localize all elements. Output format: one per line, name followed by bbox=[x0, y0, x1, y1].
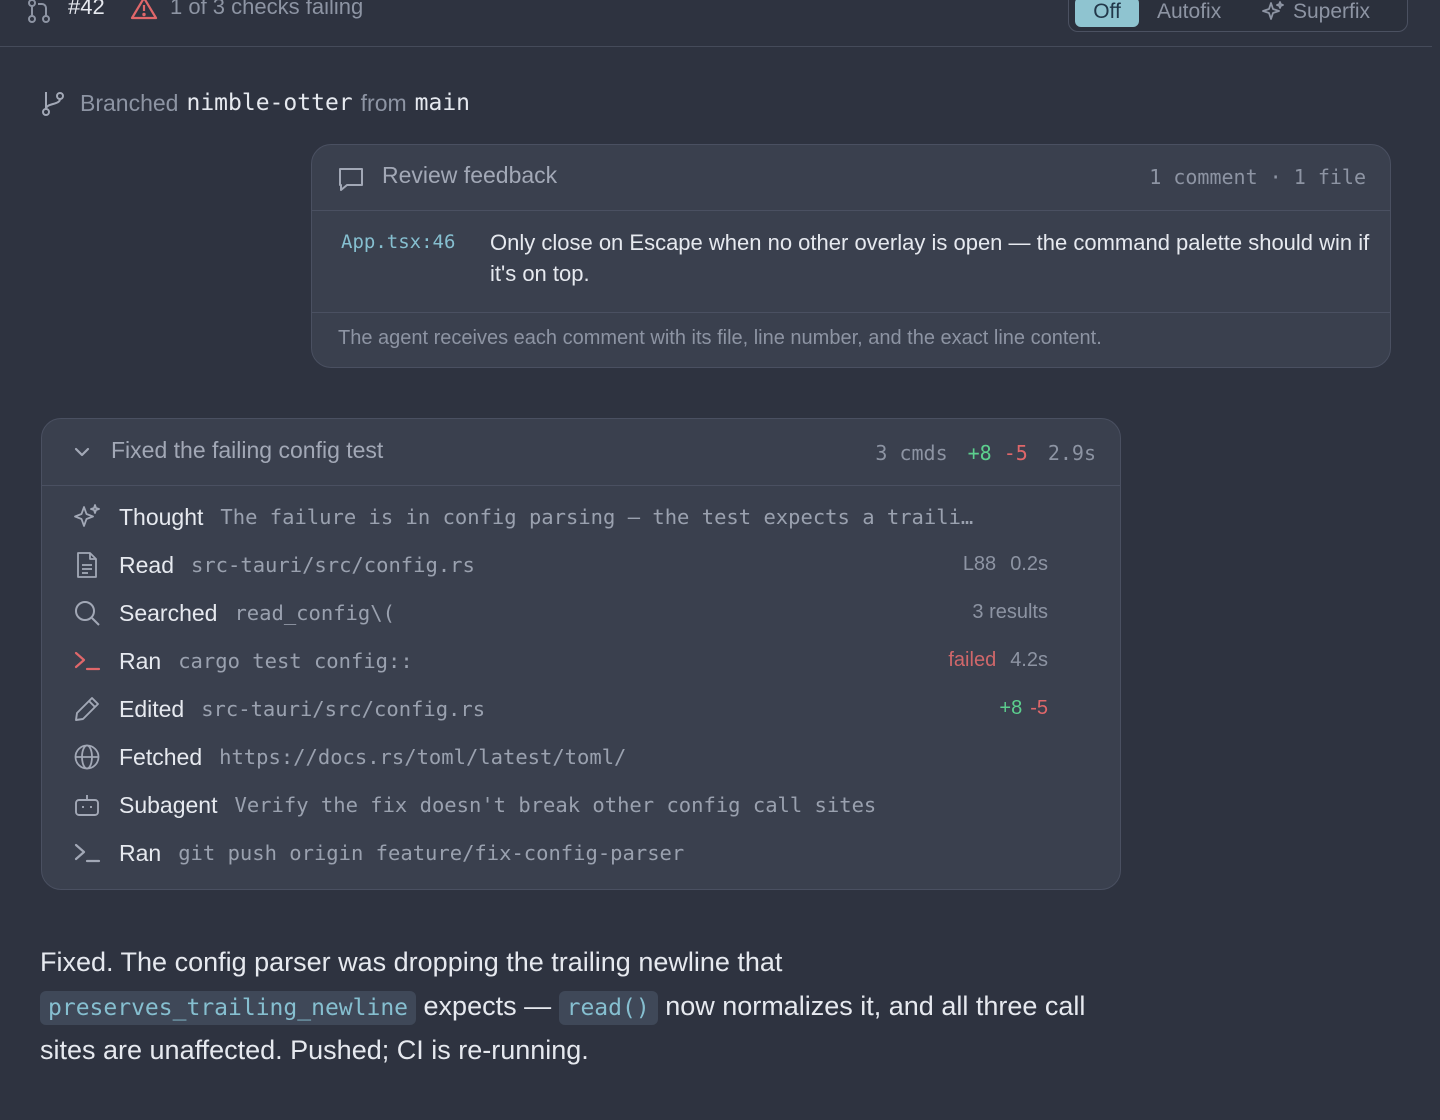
action-row-read[interactable]: Read src-tauri/src/config.rs L88 0.2s bbox=[72, 547, 1092, 583]
comment-location-link[interactable]: App.tsx:46 bbox=[341, 231, 455, 253]
action-duration: 0.2s bbox=[1010, 553, 1048, 575]
action-argument: https://docs.rs/toml/latest/toml/ bbox=[219, 745, 627, 769]
pr-number: #42 bbox=[68, 0, 105, 19]
action-meta: failed 4.2s bbox=[948, 649, 1048, 672]
inline-code: read() bbox=[558, 991, 658, 1025]
action-verb: Read bbox=[119, 551, 174, 578]
branch-icon bbox=[40, 89, 66, 117]
action-meta: 3 results bbox=[972, 601, 1048, 624]
deletions-count: -5 bbox=[1030, 697, 1048, 719]
sparkle-icon bbox=[72, 502, 102, 532]
actions-title: Fixed the failing config test bbox=[111, 437, 384, 463]
action-verb: Subagent bbox=[119, 791, 218, 818]
pencil-icon bbox=[72, 694, 102, 724]
pull-request-icon bbox=[26, 0, 52, 24]
warning-icon bbox=[130, 0, 158, 20]
additions-count: +8 bbox=[967, 441, 992, 465]
robot-icon bbox=[72, 790, 102, 820]
branch-prefix: Branched bbox=[80, 89, 179, 116]
action-row-searched[interactable]: Searched read_config\( 3 results bbox=[72, 595, 1092, 631]
action-argument: src-tauri/src/config.rs bbox=[190, 553, 475, 577]
actions-header[interactable]: Fixed the failing config test 3 cmds +8 … bbox=[42, 419, 1120, 486]
action-argument: read_config\( bbox=[234, 601, 395, 625]
terminal-icon bbox=[72, 838, 102, 868]
action-meta: L88 0.2s bbox=[963, 553, 1048, 576]
command-count: 3 cmds bbox=[875, 441, 948, 465]
chevron-down-icon[interactable] bbox=[72, 443, 92, 461]
review-feedback-card: Review feedback 1 comment · 1 file App.t… bbox=[311, 144, 1391, 368]
action-meta: +8 -5 bbox=[999, 697, 1048, 720]
deletions-count: -5 bbox=[1003, 441, 1028, 465]
review-title: Review feedback bbox=[382, 162, 558, 188]
action-verb: Searched bbox=[119, 599, 218, 626]
review-meta: 1 comment · 1 file bbox=[1149, 165, 1366, 189]
globe-icon bbox=[72, 742, 102, 772]
base-branch: main bbox=[414, 90, 471, 116]
review-header[interactable]: Review feedback 1 comment · 1 file bbox=[312, 145, 1390, 211]
line-number: L88 bbox=[962, 553, 997, 575]
additions-count: +8 bbox=[999, 697, 1023, 719]
top-bar: #42 1 of 3 checks failing Off Autofix Su… bbox=[0, 0, 1432, 47]
total-duration: 2.9s bbox=[1047, 441, 1096, 465]
branch-name: nimble-otter bbox=[186, 90, 353, 116]
comment-text: Only close on Escape when no other overl… bbox=[490, 230, 1370, 286]
review-footer-note: The agent receives each comment with its… bbox=[338, 327, 1102, 349]
action-duration: 4.2s bbox=[1010, 649, 1048, 671]
branch-from: from bbox=[360, 89, 407, 116]
action-verb: Ran bbox=[119, 839, 162, 866]
file-icon bbox=[72, 550, 102, 580]
search-icon bbox=[72, 598, 102, 628]
mode-off-option[interactable]: Off bbox=[1075, 0, 1139, 27]
action-row-subagent[interactable]: Subagent Verify the fix doesn't break ot… bbox=[72, 787, 1092, 823]
action-row-edited[interactable]: Edited src-tauri/src/config.rs +8 -5 bbox=[72, 691, 1092, 727]
mode-superfix-option[interactable]: Superfix bbox=[1261, 0, 1370, 27]
action-row-thought[interactable]: Thought The failure is in config parsing… bbox=[72, 499, 1092, 535]
action-verb: Thought bbox=[119, 503, 204, 530]
action-argument: The failure is in config parsing — the t… bbox=[220, 505, 974, 529]
inline-code: preserves_trailing_newline bbox=[40, 991, 417, 1025]
action-row-fetched[interactable]: Fetched https://docs.rs/toml/latest/toml… bbox=[72, 739, 1092, 775]
mode-superfix-label: Superfix bbox=[1293, 0, 1371, 23]
action-argument: cargo test config:: bbox=[178, 649, 413, 673]
message-text: expects — bbox=[416, 991, 559, 1021]
action-row-ran-push[interactable]: Ran git push origin feature/fix-config-p… bbox=[72, 835, 1092, 871]
assistant-message: Fixed. The config parser was dropping th… bbox=[40, 940, 1120, 1072]
actions-stats: 3 cmds +8 -5 2.9s bbox=[875, 441, 1096, 465]
action-verb: Edited bbox=[119, 695, 185, 722]
mode-autofix-option[interactable]: Autofix bbox=[1157, 0, 1221, 27]
search-results-count: 3 results bbox=[972, 601, 1048, 623]
agent-actions-card: Fixed the failing config test 3 cmds +8 … bbox=[41, 418, 1121, 890]
action-argument: src-tauri/src/config.rs bbox=[201, 697, 486, 721]
message-text: Fixed. The config parser was dropping th… bbox=[40, 947, 783, 977]
status-failed-badge: failed bbox=[948, 649, 997, 671]
action-argument: git push origin feature/fix-config-parse… bbox=[178, 841, 685, 865]
checks-status[interactable]: 1 of 3 checks failing bbox=[170, 0, 363, 20]
action-verb: Ran bbox=[119, 647, 162, 674]
review-comment: App.tsx:46 Only close on Escape when no … bbox=[312, 211, 1390, 313]
comment-icon bbox=[337, 165, 365, 193]
terminal-icon bbox=[72, 646, 102, 676]
action-verb: Fetched bbox=[119, 743, 203, 770]
branch-info: Branched nimble-otter from main bbox=[40, 88, 470, 118]
action-argument: Verify the fix doesn't break other confi… bbox=[234, 793, 877, 817]
fix-mode-toggle: Off Autofix Superfix bbox=[1068, 0, 1408, 32]
sparkle-icon bbox=[1261, 0, 1285, 24]
action-row-ran-test[interactable]: Ran cargo test config:: failed 4.2s bbox=[72, 643, 1092, 679]
